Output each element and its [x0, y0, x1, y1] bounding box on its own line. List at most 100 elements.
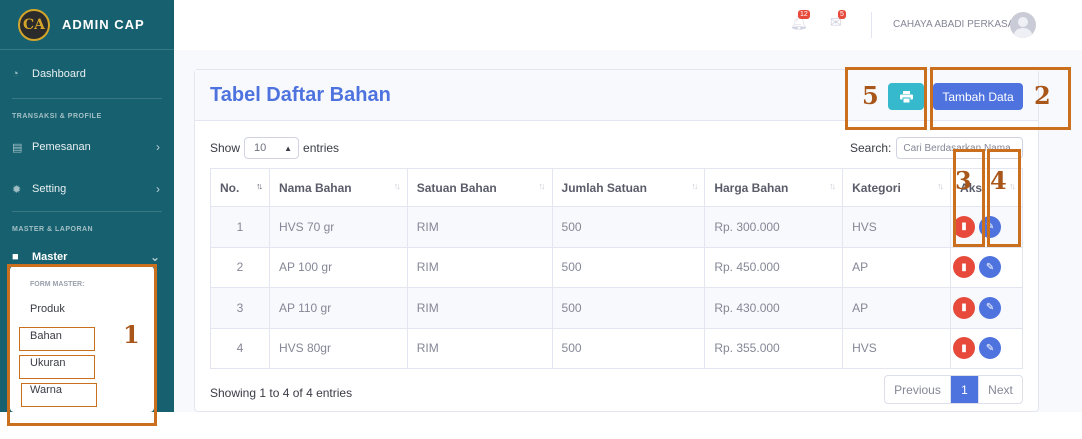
- sort-icon: ↑↓: [255, 181, 263, 191]
- pencil-icon: ✎: [985, 302, 995, 314]
- trash-icon: ▮: [961, 342, 967, 354]
- clipboard-icon: ▤: [12, 141, 23, 154]
- annotation-highlight-warna: [21, 383, 97, 407]
- alerts-bell[interactable]: 🔔︎ 12: [790, 10, 810, 31]
- gear-icon: ✹: [12, 183, 22, 196]
- edit-button[interactable]: ✎: [979, 296, 1002, 319]
- cell-jumlah: 500: [551, 206, 706, 248]
- col-header-label: Satuan Bahan: [416, 180, 497, 195]
- table-row: 4 HVS 80gr RIM 500 Rp. 355.000 HVS ▮ ✎: [210, 327, 1023, 369]
- annotation-box-5: [845, 67, 927, 130]
- annotation-label-1: 1: [123, 320, 140, 349]
- brand-name: ADMIN CAP: [62, 17, 145, 32]
- page-size-select[interactable]: 10 ▲: [244, 137, 300, 159]
- delete-button[interactable]: ▮: [953, 337, 976, 360]
- table-row: 3 AP 110 gr RIM 500 Rp. 430.000 AP ▮ ✎: [210, 287, 1023, 329]
- col-header-label: Nama Bahan: [278, 180, 352, 195]
- edit-button[interactable]: ✎: [979, 337, 1002, 360]
- sidebar-item-label: Master: [32, 251, 68, 263]
- sidebar-heading-transaksi: TRANSAKSI & PROFILE: [12, 112, 102, 120]
- col-header-nama[interactable]: Nama Bahan ↑↓: [268, 168, 408, 207]
- annotation-label-5: 5: [862, 81, 879, 110]
- col-header-label: Harga Bahan: [714, 180, 789, 195]
- col-header-label: No.: [220, 180, 240, 195]
- pencil-icon: ✎: [985, 261, 995, 273]
- cell-harga: Rp. 300.000: [704, 206, 844, 248]
- annotation-highlight-ukuran: [19, 355, 95, 379]
- col-header-kategori[interactable]: Kategori ↑↓: [842, 168, 952, 207]
- sidebar-heading-master: MASTER & LAPORAN: [12, 225, 94, 233]
- select-arrows-icon: ▲: [284, 143, 293, 153]
- sidebar-divider: [12, 211, 162, 212]
- pagination: Previous 1 Next: [884, 375, 1023, 404]
- annotation-label-2: 2: [1034, 81, 1051, 110]
- cell-aksi: ▮ ✎: [950, 246, 1023, 288]
- cell-nama: AP 110 gr: [268, 287, 408, 329]
- cell-jumlah: 500: [551, 327, 706, 369]
- user-name[interactable]: CAHAYA ABADI PERKASA: [893, 19, 1014, 30]
- cell-harga: Rp. 430.000: [704, 287, 844, 329]
- delete-button[interactable]: ▮: [953, 256, 976, 279]
- cell-jumlah: 500: [551, 287, 706, 329]
- cell-kategori: HVS: [842, 206, 952, 248]
- cell-nama: HVS 80gr: [268, 327, 408, 369]
- sort-icon: ↑↓: [538, 181, 546, 191]
- bahan-table: No. ↑↓ Nama Bahan ↑↓ Satuan Bahan ↑↓ Jumlah…: [210, 168, 1023, 369]
- cell-no: 2: [210, 246, 270, 288]
- col-header-jumlah[interactable]: Jumlah Satuan ↑↓: [551, 168, 706, 207]
- table-info: Showing 1 to 4 of 4 entries: [210, 386, 353, 400]
- sidebar-item-dashboard[interactable]: ◔ Dashboard: [0, 50, 174, 98]
- trash-icon: ▮: [961, 302, 967, 314]
- sort-icon: ↑↓: [937, 181, 944, 191]
- brand[interactable]: CA ADMIN CAP: [0, 0, 174, 50]
- messages-badge: 5: [838, 10, 846, 19]
- cell-satuan: RIM: [406, 246, 553, 288]
- sidebar-divider: [12, 98, 162, 99]
- sidebar-item-pemesanan[interactable]: ▤ Pemesanan ›: [0, 125, 174, 169]
- alerts-badge: 12: [798, 10, 810, 19]
- page-size-value: 10: [254, 142, 267, 154]
- col-header-label: Jumlah Satuan: [561, 180, 647, 195]
- table-row: 1 HVS 70 gr RIM 500 Rp. 300.000 HVS ▮ ✎: [210, 206, 1023, 248]
- cell-no: 1: [210, 206, 270, 248]
- sidebar-item-label: Pemesanan: [32, 141, 91, 153]
- cell-nama: HVS 70 gr: [268, 206, 408, 248]
- table-header-row: No. ↑↓ Nama Bahan ↑↓ Satuan Bahan ↑↓ Jumlah…: [210, 168, 1023, 207]
- cell-harga: Rp. 450.000: [704, 246, 844, 288]
- trash-icon: ▮: [961, 261, 967, 273]
- cell-no: 3: [210, 287, 270, 329]
- cell-kategori: AP: [842, 246, 952, 288]
- cell-harga: Rp. 355.000: [704, 327, 844, 369]
- sort-icon: ↑↓: [691, 181, 698, 191]
- cell-nama: AP 100 gr: [268, 246, 408, 288]
- annotation-highlight-bahan: [19, 327, 95, 351]
- entries-label: entries: [303, 141, 340, 155]
- col-header-satuan[interactable]: Satuan Bahan ↑↓: [406, 168, 553, 207]
- prev-page-button[interactable]: Previous: [885, 376, 951, 403]
- cell-aksi: ▮ ✎: [950, 287, 1023, 329]
- sidebar-item-label: Dashboard: [32, 68, 86, 80]
- next-page-button[interactable]: Next: [978, 376, 1022, 403]
- annotation-box-4: [987, 149, 1021, 247]
- chevron-right-icon: ›: [156, 182, 160, 196]
- page-title: Tabel Daftar Bahan: [210, 84, 391, 106]
- avatar[interactable]: [1010, 12, 1036, 38]
- chevron-right-icon: ›: [156, 140, 160, 154]
- search-label: Search:: [850, 141, 892, 155]
- col-header-no[interactable]: No. ↑↓: [210, 168, 270, 207]
- delete-button[interactable]: ▮: [953, 296, 976, 319]
- sidebar-item-label: Setting: [32, 183, 67, 195]
- annotation-label-4: 4: [990, 166, 1007, 195]
- folder-icon: ■: [12, 251, 19, 263]
- annotation-label-3: 3: [955, 166, 972, 195]
- cell-kategori: AP: [842, 287, 952, 329]
- cell-no: 4: [210, 327, 270, 369]
- edit-button[interactable]: ✎: [979, 256, 1002, 279]
- col-header-harga[interactable]: Harga Bahan ↑↓: [704, 168, 844, 207]
- annotation-box-3: [953, 149, 985, 247]
- sidebar-item-setting[interactable]: ✹ Setting ›: [0, 167, 174, 211]
- messages-envelope[interactable]: ✉ 5: [830, 10, 846, 31]
- pencil-icon: ✎: [985, 342, 995, 354]
- page-1-button[interactable]: 1: [951, 376, 978, 403]
- topbar: 🔔︎ 12 ✉ 5 CAHAYA ABADI PERKASA: [174, 0, 1082, 50]
